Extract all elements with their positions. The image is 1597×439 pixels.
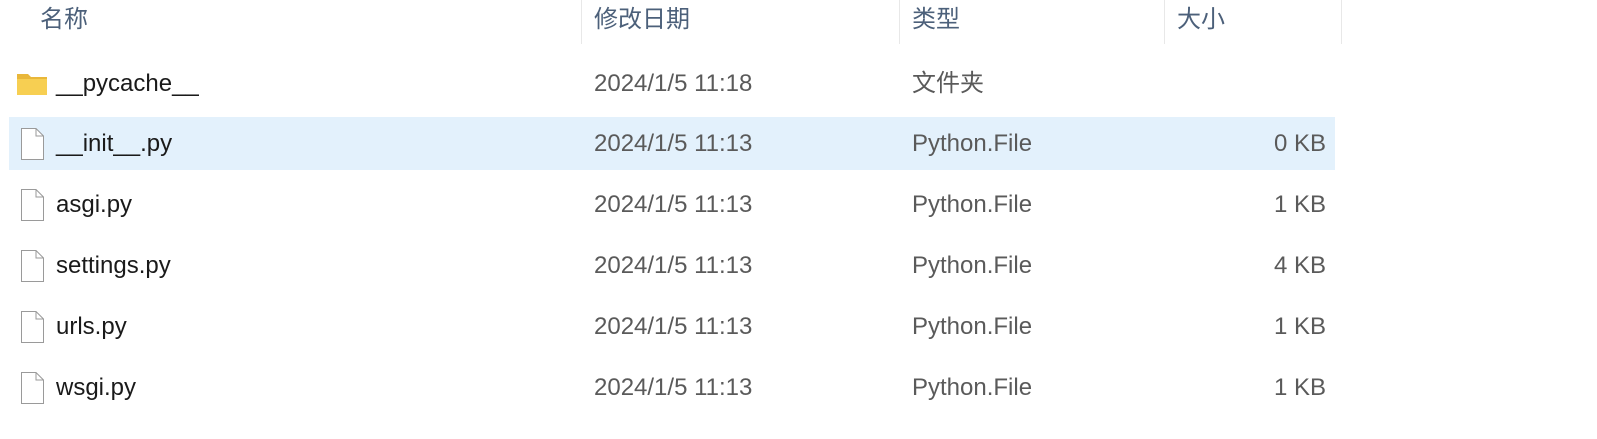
file-type: Python.File bbox=[912, 130, 1033, 157]
file-row[interactable]: __init__.py 2024/1/5 11:13 Python.File 0… bbox=[9, 117, 1335, 170]
file-icon bbox=[21, 372, 44, 404]
file-icon bbox=[21, 311, 44, 343]
file-name: urls.py bbox=[56, 313, 127, 340]
column-header-bar: ⌃ 名称 修改日期 类型 大小 bbox=[0, 0, 1597, 44]
file-icon bbox=[21, 128, 44, 160]
file-type: Python.File bbox=[912, 313, 1033, 340]
file-size: 1 KB bbox=[1273, 374, 1326, 401]
file-name: __pycache__ bbox=[56, 70, 199, 97]
column-header-type[interactable]: 类型 bbox=[912, 0, 1164, 44]
column-header-size[interactable]: 大小 bbox=[1177, 0, 1341, 44]
file-date: 2024/1/5 11:13 bbox=[594, 130, 753, 157]
file-row[interactable]: settings.py 2024/1/5 11:13 Python.File 4… bbox=[9, 239, 1335, 292]
file-row[interactable]: urls.py 2024/1/5 11:13 Python.File 1 KB bbox=[9, 300, 1335, 353]
file-name: __init__.py bbox=[56, 130, 173, 157]
column-divider[interactable] bbox=[1341, 0, 1342, 44]
file-date: 2024/1/5 11:13 bbox=[594, 313, 753, 340]
file-type: Python.File bbox=[912, 191, 1033, 218]
column-header-type-label: 类型 bbox=[912, 6, 960, 33]
file-type: Python.File bbox=[912, 252, 1033, 279]
file-size: 1 KB bbox=[1273, 191, 1326, 218]
file-list-view: ⌃ 名称 修改日期 类型 大小 __pycache__ 2024/1/5 11:… bbox=[0, 0, 1597, 439]
column-header-name[interactable]: 名称 bbox=[40, 0, 580, 44]
file-row[interactable]: asgi.py 2024/1/5 11:13 Python.File 1 KB bbox=[9, 178, 1335, 231]
column-header-size-label: 大小 bbox=[1177, 6, 1225, 33]
file-size: 0 KB bbox=[1273, 130, 1326, 157]
folder-icon bbox=[17, 74, 47, 95]
file-name: wsgi.py bbox=[56, 374, 137, 401]
file-name: asgi.py bbox=[56, 191, 133, 218]
file-type: 文件夹 bbox=[912, 70, 984, 97]
file-size: 4 KB bbox=[1273, 252, 1326, 279]
file-row[interactable]: wsgi.py 2024/1/5 11:13 Python.File 1 KB bbox=[9, 361, 1335, 414]
column-header-name-label: 名称 bbox=[40, 6, 88, 33]
file-date: 2024/1/5 11:13 bbox=[594, 374, 753, 401]
file-icon bbox=[21, 189, 44, 221]
file-row[interactable]: __pycache__ 2024/1/5 11:18 文件夹 bbox=[9, 57, 1335, 110]
file-date: 2024/1/5 11:18 bbox=[594, 70, 753, 97]
file-name: settings.py bbox=[56, 252, 171, 279]
column-header-date[interactable]: 修改日期 bbox=[594, 0, 899, 44]
file-date: 2024/1/5 11:13 bbox=[594, 191, 753, 218]
column-divider[interactable] bbox=[899, 0, 900, 44]
column-header-date-label: 修改日期 bbox=[594, 6, 690, 33]
column-divider[interactable] bbox=[1164, 0, 1165, 44]
file-size: 1 KB bbox=[1273, 313, 1326, 340]
file-type: Python.File bbox=[912, 374, 1033, 401]
file-date: 2024/1/5 11:13 bbox=[594, 252, 753, 279]
column-divider[interactable] bbox=[581, 0, 582, 44]
file-icon bbox=[21, 250, 44, 282]
